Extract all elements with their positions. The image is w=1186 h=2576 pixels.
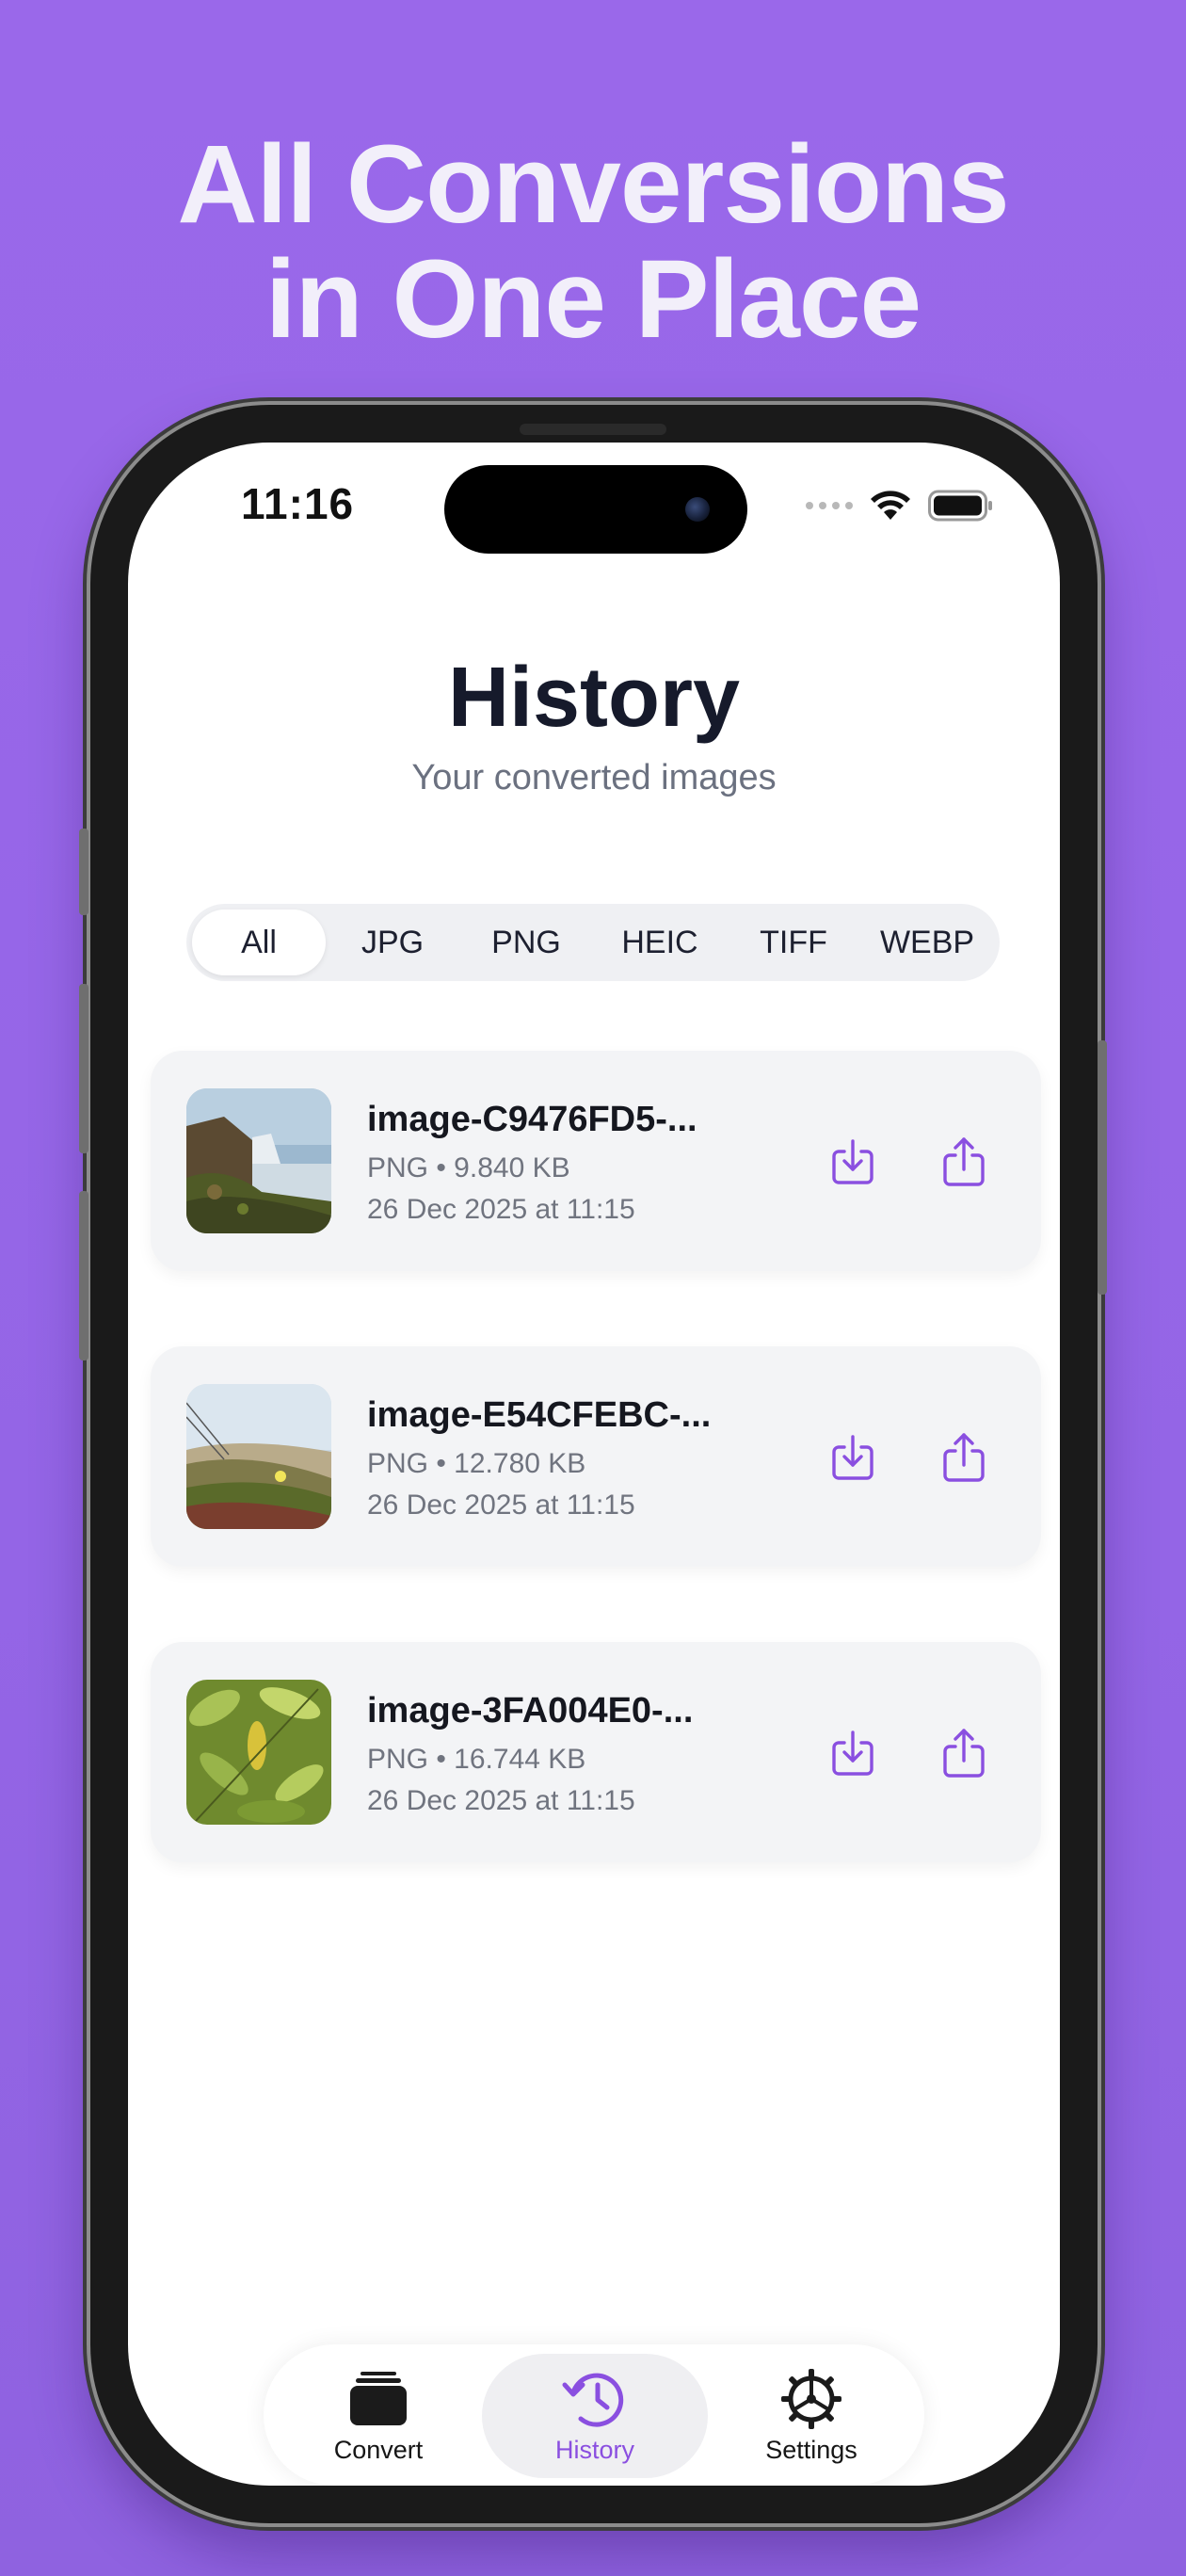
file-date: 26 Dec 2025 at 11:15 xyxy=(367,1194,635,1225)
tab-label: History xyxy=(554,2435,634,2464)
power-button xyxy=(1098,1040,1107,1295)
history-item[interactable]: image-E54CFEBC-... PNG • 12.780 KB 26 De… xyxy=(151,1346,1041,1567)
filter-heic[interactable]: HEIC xyxy=(593,910,727,975)
volume-up-button xyxy=(79,984,88,1153)
gear-icon xyxy=(781,2368,841,2429)
waterfall-photo-thumbnail xyxy=(186,1088,331,1233)
tab-convert[interactable]: Convert xyxy=(265,2354,491,2478)
file-name: image-3FA004E0-... xyxy=(367,1691,694,1731)
file-date: 26 Dec 2025 at 11:15 xyxy=(367,1489,635,1521)
volume-down-button xyxy=(79,1191,88,1360)
share-icon xyxy=(943,1433,985,1482)
history-clock-icon xyxy=(562,2373,624,2427)
download-icon xyxy=(832,1139,873,1184)
save-button[interactable] xyxy=(826,1431,879,1484)
share-icon xyxy=(943,1729,985,1778)
download-icon xyxy=(832,1435,873,1480)
share-button[interactable] xyxy=(938,1431,990,1484)
history-item[interactable]: image-3FA004E0-... PNG • 16.744 KB 26 De… xyxy=(151,1642,1041,1862)
page-title: History xyxy=(447,651,741,745)
format-filter: All JPG PNG HEIC TIFF WEBP xyxy=(186,904,1000,981)
status-time: 11:16 xyxy=(241,479,355,528)
share-button[interactable] xyxy=(938,1135,990,1188)
camera-icon xyxy=(685,497,710,522)
filter-png[interactable]: PNG xyxy=(459,910,593,975)
history-item[interactable]: image-C9476FD5-... PNG • 9.840 KB 26 Dec… xyxy=(151,1051,1041,1271)
tab-label: Convert xyxy=(333,2435,424,2464)
promo-headline-line1: All Conversions xyxy=(177,122,1009,247)
leaves-photo-thumbnail xyxy=(186,1680,331,1825)
filter-tiff[interactable]: TIFF xyxy=(727,910,860,975)
phone-screen: 11:16 History Your converted images All … xyxy=(128,443,1060,2486)
signal-dots-icon xyxy=(806,502,853,509)
tab-history[interactable]: History xyxy=(482,2354,708,2478)
file-name: image-E54CFEBC-... xyxy=(367,1395,712,1435)
file-date: 26 Dec 2025 at 11:15 xyxy=(367,1785,635,1816)
wifi-icon xyxy=(871,491,910,520)
file-meta: PNG • 12.780 KB xyxy=(367,1448,586,1479)
file-meta: PNG • 16.744 KB xyxy=(367,1744,586,1775)
share-button[interactable] xyxy=(938,1727,990,1779)
promo-headline: All Conversions in One Place xyxy=(0,127,1186,357)
action-button xyxy=(79,829,88,915)
save-button[interactable] xyxy=(826,1727,879,1779)
promo-headline-line2: in One Place xyxy=(264,237,922,362)
share-icon xyxy=(943,1137,985,1186)
battery-icon xyxy=(928,490,992,522)
tab-label: Settings xyxy=(765,2435,857,2464)
beach-dunes-photo-thumbnail xyxy=(186,1384,331,1529)
download-icon xyxy=(832,1731,873,1776)
save-button[interactable] xyxy=(826,1135,879,1188)
tab-settings[interactable]: Settings xyxy=(698,2354,924,2478)
dynamic-island xyxy=(444,465,747,554)
earpiece-speaker xyxy=(520,424,666,435)
file-name: image-C9476FD5-... xyxy=(367,1100,697,1139)
page-subtitle: Your converted images xyxy=(411,758,777,797)
tab-bar: Convert History Settings xyxy=(264,2344,924,2486)
file-meta: PNG • 9.840 KB xyxy=(367,1152,570,1183)
filter-all[interactable]: All xyxy=(192,910,326,975)
filter-webp[interactable]: WEBP xyxy=(860,910,994,975)
stack-icon xyxy=(350,2371,407,2425)
filter-jpg[interactable]: JPG xyxy=(326,910,459,975)
status-icons xyxy=(806,490,994,522)
